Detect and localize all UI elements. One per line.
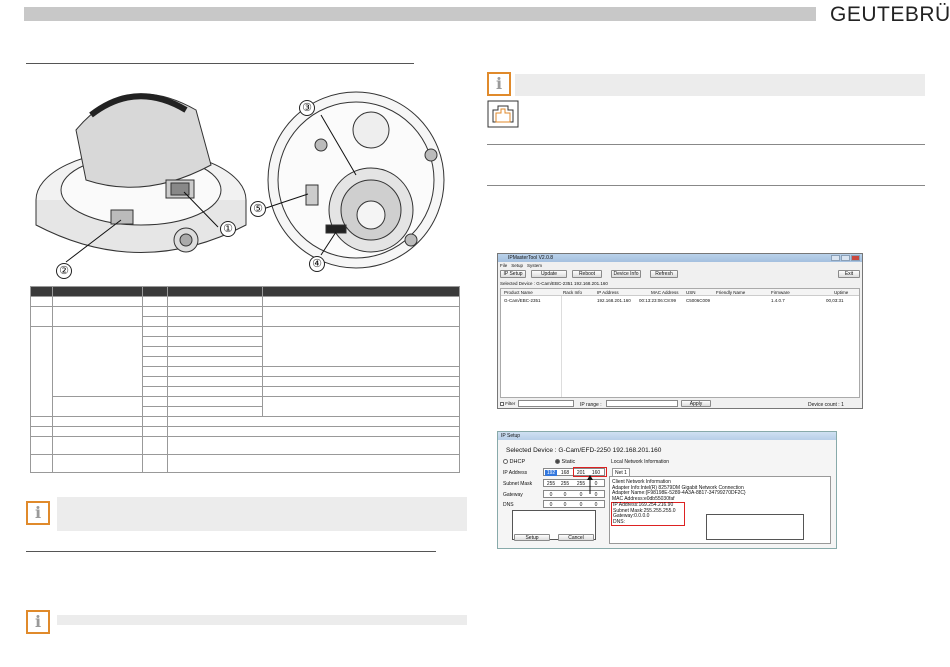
update-button[interactable]: Update — [531, 270, 567, 278]
minimize-icon[interactable] — [831, 255, 840, 261]
ip-setup-selected-device: Selected Device : G-Cam/EFD-2250 192.168… — [506, 447, 661, 454]
note-box — [57, 615, 467, 625]
cancel-button[interactable]: Cancel — [558, 534, 594, 541]
section-rule — [26, 551, 436, 552]
camera-illustration — [35, 91, 445, 269]
col-friendly-name[interactable]: Friendly Name — [716, 290, 745, 295]
filter-checkbox[interactable] — [500, 401, 504, 406]
dns-input[interactable]: 0 0 0 0 — [543, 500, 605, 508]
dhcp-radio-circle[interactable] — [503, 459, 508, 465]
section-rule — [26, 63, 414, 64]
table-divider — [561, 296, 562, 397]
local-net-title: Local Network Information — [611, 459, 670, 465]
ip-setup-selected-label: Selected Device : — [506, 447, 557, 454]
selected-device-label: Selected Device : — [500, 281, 536, 286]
note-box — [515, 74, 925, 96]
reboot-button[interactable]: Reboot — [572, 270, 602, 278]
info-icon: i — [26, 501, 50, 525]
col-mac-address[interactable]: MAC Address — [651, 290, 679, 295]
ip-setup-window: IP Setup Selected Device : G-Cam/EFD-225… — [497, 431, 837, 549]
callout-3: ③ — [299, 100, 315, 116]
dome-camera-top-view — [267, 91, 445, 269]
ip-range-input[interactable] — [606, 400, 678, 407]
ip-address-label: IP Address — [503, 470, 528, 476]
ip-range-label: IP range : — [580, 402, 602, 408]
refresh-button[interactable]: Refresh — [650, 270, 678, 278]
net-info-text: Client Network Information Adapter Info:… — [612, 479, 746, 502]
filter-label: Filter — [505, 401, 516, 406]
selected-device-line: Selected Device : G-Cam/EBC-2351 192.168… — [500, 281, 608, 286]
info-icon: i — [26, 610, 50, 634]
gateway-input[interactable]: 0 0 0 0 — [543, 490, 605, 498]
overlay-box — [706, 514, 804, 540]
static-label: Static — [561, 459, 576, 465]
table-row[interactable]: G-Cam/EBC-2351 192.168.201.160 00:13:23:… — [501, 297, 859, 303]
device-info-button[interactable]: Device Info — [611, 270, 641, 278]
net-highlight-box: IP Address:169.254.216.90 Subnet Mask:25… — [611, 502, 685, 526]
info-icon: i — [487, 72, 511, 96]
brand-logo: GEUTEBRÜCK — [830, 3, 950, 26]
ipmaster-titlebar: IPMasterTool V2.0.8 — [498, 254, 862, 262]
menu-file[interactable]: File — [500, 263, 507, 268]
network-port-icon — [487, 100, 519, 128]
col-ip-address[interactable]: IP Address — [597, 290, 619, 295]
net-info-panel: Client Network Information Adapter Info:… — [609, 476, 831, 544]
note-box — [57, 497, 467, 531]
arrow-up-icon — [587, 475, 593, 494]
col-firmware[interactable]: Firmware — [771, 290, 790, 295]
col-uptime[interactable]: Uptime — [834, 290, 848, 295]
subnet-mask-input[interactable]: 255 255 255 0 — [543, 479, 605, 487]
pin-table — [30, 286, 460, 473]
col-usn[interactable]: USN — [686, 290, 696, 295]
dns-label: DNS — [503, 502, 514, 508]
ip-setup-titlebar: IP Setup — [498, 432, 836, 440]
callout-5: ⑤ — [250, 201, 266, 217]
menu-setup[interactable]: Setup — [511, 263, 523, 268]
dome-camera-side-view — [35, 93, 247, 253]
callout-1: ① — [220, 221, 236, 237]
selected-device-value: G-Cam/EBC-2351 192.168.201.160 — [536, 281, 608, 286]
section-rule — [487, 185, 925, 186]
filter-input[interactable] — [518, 400, 574, 407]
close-icon[interactable] — [851, 255, 860, 261]
col-rack-info[interactable]: Rack Info — [563, 290, 582, 295]
static-radio-circle[interactable] — [555, 459, 560, 465]
ip-setup-selected-value: G-Cam/EFD-2250 192.168.201.160 — [558, 447, 662, 454]
device-table: Product Name Rack Info IP Address MAC Ad… — [500, 288, 860, 398]
callout-4: ④ — [309, 256, 325, 272]
section-rule — [487, 144, 925, 145]
ip-setup-button[interactable]: IP Setup — [500, 270, 526, 278]
header-bar — [24, 7, 816, 21]
dhcp-label: DHCP — [509, 459, 526, 465]
menu-bar: File Setup System — [500, 263, 542, 268]
subnet-mask-label: Subnet Mask — [503, 481, 533, 487]
menu-system[interactable]: System — [527, 263, 542, 268]
gateway-label: Gateway — [503, 492, 523, 498]
static-radio[interactable]: Static — [555, 459, 575, 465]
tab-net-1[interactable]: Net 1 — [612, 468, 630, 476]
callout-2: ② — [56, 263, 72, 279]
setup-button[interactable]: Setup — [514, 534, 550, 541]
apply-button[interactable]: Apply — [681, 400, 711, 407]
device-count: Device count : 1 — [808, 402, 844, 408]
ipmaster-window: IPMasterTool V2.0.8 File Setup System IP… — [497, 253, 863, 409]
device-table-header: Product Name Rack Info IP Address MAC Ad… — [501, 289, 859, 296]
ipmaster-title: IPMasterTool V2.0.8 — [508, 255, 554, 261]
filter-row: Filter — [500, 401, 515, 406]
exit-button[interactable]: Exit — [838, 270, 860, 278]
dhcp-radio[interactable]: DHCP — [503, 459, 525, 465]
col-product-name[interactable]: Product Name — [504, 290, 533, 295]
maximize-icon[interactable] — [841, 255, 850, 261]
